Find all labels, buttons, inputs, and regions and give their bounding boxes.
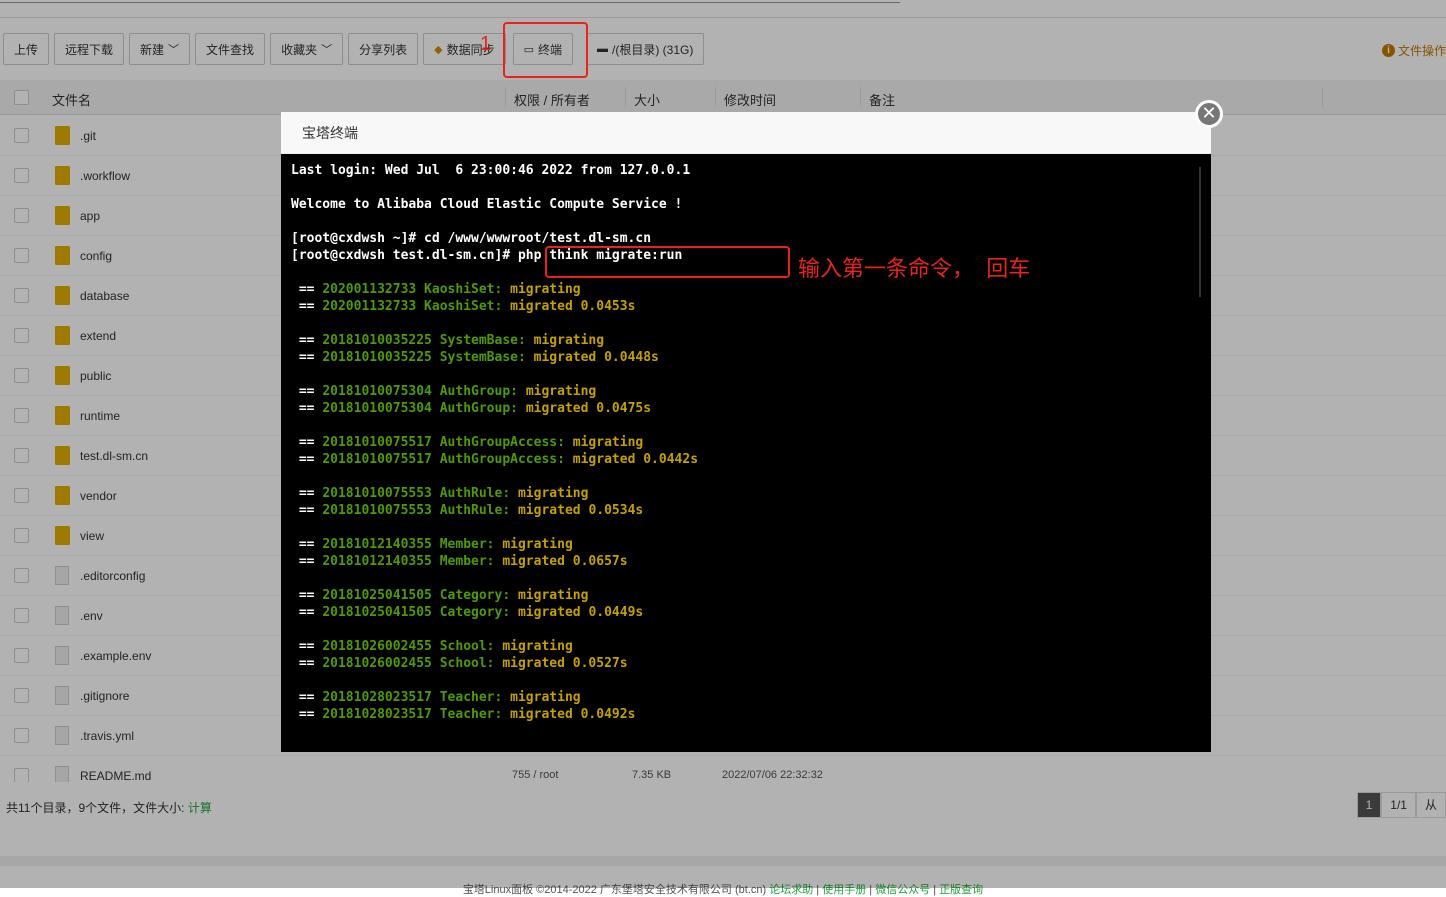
migration-time: 0.0534s [588, 503, 644, 518]
migration-id: 20181010075517 AuthGroupAccess: [322, 452, 565, 467]
migration-status: migrated [572, 452, 636, 467]
modal-title: 宝塔终端 [281, 112, 1211, 154]
migration-line: == 20181012140355 Member: migrating [291, 537, 573, 552]
migration-time: 0.0492s [580, 707, 636, 722]
migration-status: migrated [533, 350, 597, 365]
migration-status: migrating [517, 588, 589, 603]
migration-status: migrated [502, 554, 565, 569]
migration-id: 20181010075553 AuthRule: [322, 503, 511, 518]
migration-line: == 20181026002455 School: migrating [291, 639, 573, 654]
migration-line: == 202001132733 KaoshiSet: migrated 0.04… [291, 299, 636, 314]
migration-line: == 20181012140355 Member: migrated 0.065… [291, 554, 628, 569]
migration-status: migrated [525, 401, 589, 416]
migration-line: == 20181010035225 SystemBase: migrating [291, 333, 605, 348]
migration-id: 20181028023517 Teacher: [322, 690, 503, 705]
migration-id: 20181028023517 Teacher: [322, 707, 503, 722]
migration-status: migrating [510, 282, 581, 297]
migration-status: migrated [502, 656, 565, 671]
migration-line: == 20181010075304 AuthGroup: migrated 0.… [291, 401, 652, 416]
migration-status: migrating [572, 435, 644, 450]
migration-id: 20181010035225 SystemBase: [322, 333, 526, 348]
migration-line: == 20181026002455 School: migrated 0.052… [291, 656, 628, 671]
migration-status: migrated [517, 503, 581, 518]
migration-line: == 20181010075553 AuthRule: migrated 0.0… [291, 503, 644, 518]
migration-line: == 20181010075304 AuthGroup: migrating [291, 384, 597, 399]
migration-status: migrating [525, 384, 597, 399]
migration-id: 20181025041505 Category: [322, 605, 511, 620]
migration-time: 0.0442s [643, 452, 699, 467]
migration-id: 20181010035225 SystemBase: [322, 350, 526, 365]
migration-id: 20181026002455 School: [322, 639, 495, 654]
migration-id: 20181010075553 AuthRule: [322, 486, 511, 501]
terminal-line: Last login: Wed Jul 6 23:00:46 2022 from… [291, 163, 691, 178]
scrollbar[interactable] [1199, 167, 1201, 297]
migration-line: == 20181028023517 Teacher: migrated 0.04… [291, 707, 636, 722]
migration-status: migrating [502, 537, 573, 552]
annotation-step2: 输入第一条命令， 回车 [798, 256, 1031, 281]
annotation-box [503, 22, 588, 78]
migration-status: migrating [510, 690, 581, 705]
terminal-modal: 宝塔终端 Last login: Wed Jul 6 23:00:46 2022… [281, 112, 1211, 752]
migration-line: == 20181025041505 Category: migrated 0.0… [291, 605, 644, 620]
migration-time: 0.0475s [596, 401, 652, 416]
migration-time: 0.0449s [588, 605, 644, 620]
migration-line: == 20181025041505 Category: migrating [291, 588, 589, 603]
migration-line: == 20181010035225 SystemBase: migrated 0… [291, 350, 659, 365]
migration-id: 20181010075304 AuthGroup: [322, 384, 518, 399]
annotation-box [545, 246, 790, 278]
terminal-line: [root@cxdwsh ~]# cd /www/wwwroot/test.dl… [291, 231, 652, 246]
migration-status: migrating [502, 639, 573, 654]
migration-id: 20181012140355 Member: [322, 537, 495, 552]
migration-id: 20181012140355 Member: [322, 554, 495, 569]
migration-id: 20181010075517 AuthGroupAccess: [322, 435, 565, 450]
migration-status: migrated [517, 605, 581, 620]
annotation-step1: 1 [480, 33, 492, 55]
migration-id: 20181010075304 AuthGroup: [322, 401, 518, 416]
migration-time: 0.0453s [580, 299, 636, 314]
migration-status: migrated [510, 299, 573, 314]
terminal-line: Welcome to Alibaba Cloud Elastic Compute… [291, 197, 683, 212]
migration-line: == 20181010075517 AuthGroupAccess: migra… [291, 452, 699, 467]
migration-line: == 20181028023517 Teacher: migrating [291, 690, 581, 705]
migration-line: == 202001132733 KaoshiSet: migrating [291, 282, 581, 297]
migration-id: 20181025041505 Category: [322, 588, 511, 603]
migration-id: 202001132733 KaoshiSet: [322, 282, 503, 297]
migration-status: migrated [510, 707, 573, 722]
close-icon[interactable]: ✕ [1195, 100, 1223, 128]
migration-id: 202001132733 KaoshiSet: [322, 299, 503, 314]
migration-time: 0.0527s [572, 656, 628, 671]
migration-line: == 20181010075553 AuthRule: migrating [291, 486, 589, 501]
migration-status: migrating [517, 486, 589, 501]
migration-line: == 20181010075517 AuthGroupAccess: migra… [291, 435, 644, 450]
migration-time: 0.0657s [572, 554, 628, 569]
migration-time: 0.0448s [604, 350, 659, 365]
migration-id: 20181026002455 School: [322, 656, 495, 671]
migration-status: migrating [533, 333, 605, 348]
